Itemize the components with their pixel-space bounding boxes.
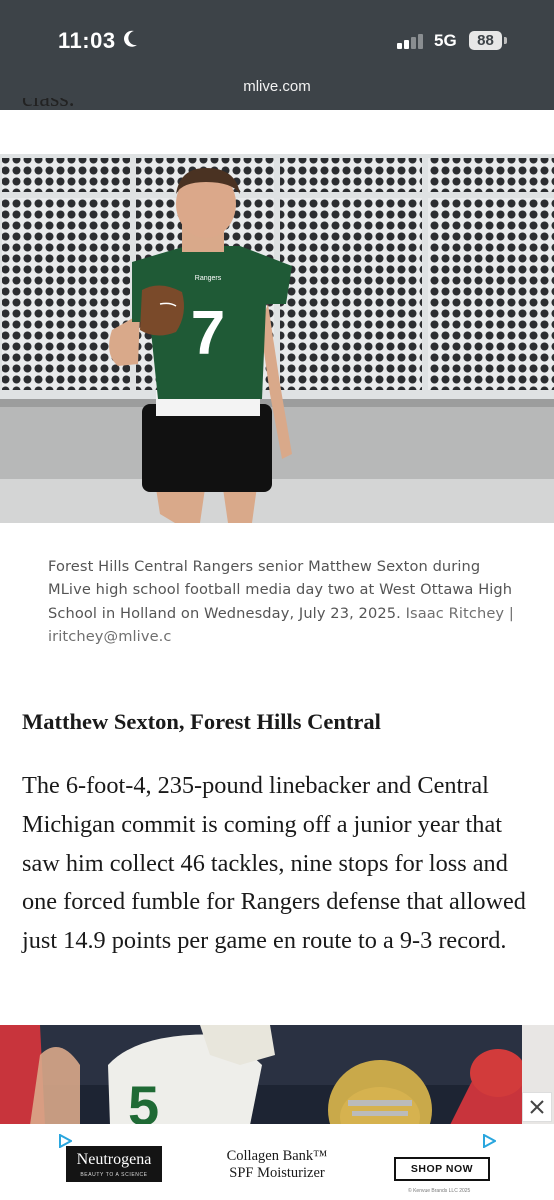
article-paragraph: The 6-foot-4, 235-pound linebacker and C…: [22, 772, 526, 955]
player-photo-illustration: 7 Rangers: [0, 154, 554, 523]
player-photo[interactable]: 7 Rangers: [0, 154, 554, 523]
product-line-2: SPF Moisturizer: [229, 1165, 325, 1181]
banner-ad[interactable]: Neutrogena BEAUTY TO A SCIENCE Collagen …: [0, 1124, 554, 1200]
status-time: 11:03: [58, 28, 116, 53]
product-line-1: Collagen Bank™: [226, 1148, 328, 1164]
ad-legal-text: © Kenvue Brands LLC 2025: [408, 1188, 471, 1194]
brand-logo: Neutrogena BEAUTY TO A SCIENCE: [66, 1146, 162, 1182]
browser-top-bar: 11:03 5G 88 mlive.com: [0, 0, 554, 110]
brand-name: Neutrogena: [76, 1151, 152, 1168]
ad-frame[interactable]: Neutrogena BEAUTY TO A SCIENCE Collagen …: [52, 1128, 500, 1196]
battery-icon: 88: [469, 31, 502, 50]
shop-now-button[interactable]: SHOP NOW: [394, 1157, 490, 1181]
section-heading: Matthew Sexton, Forest Hills Central: [22, 709, 381, 734]
game-action-photo[interactable]: 5: [0, 1025, 554, 1125]
adchoices-icon-right[interactable]: [482, 1134, 496, 1148]
url-bar[interactable]: mlive.com: [0, 78, 554, 95]
previous-paragraph-end: class.: [22, 98, 75, 112]
close-icon: [530, 1100, 544, 1114]
product-name: Collagen Bank™ SPF Moisturizer: [192, 1148, 362, 1182]
photo-caption: Forest Hills Central Rangers senior Matt…: [48, 555, 518, 648]
network-type: 5G: [434, 31, 457, 50]
brand-tagline: BEAUTY TO A SCIENCE: [80, 1172, 148, 1178]
cellular-signal-icon: [397, 33, 425, 49]
battery-cap: [504, 37, 507, 44]
jersey-name: Rangers: [195, 275, 222, 282]
close-ad-button[interactable]: [522, 1092, 552, 1122]
moon-icon: [124, 30, 137, 47]
game-action-illustration: 5: [0, 1025, 554, 1125]
jersey-number-2: 5: [128, 1074, 159, 1125]
jersey-number: 7: [191, 299, 225, 368]
